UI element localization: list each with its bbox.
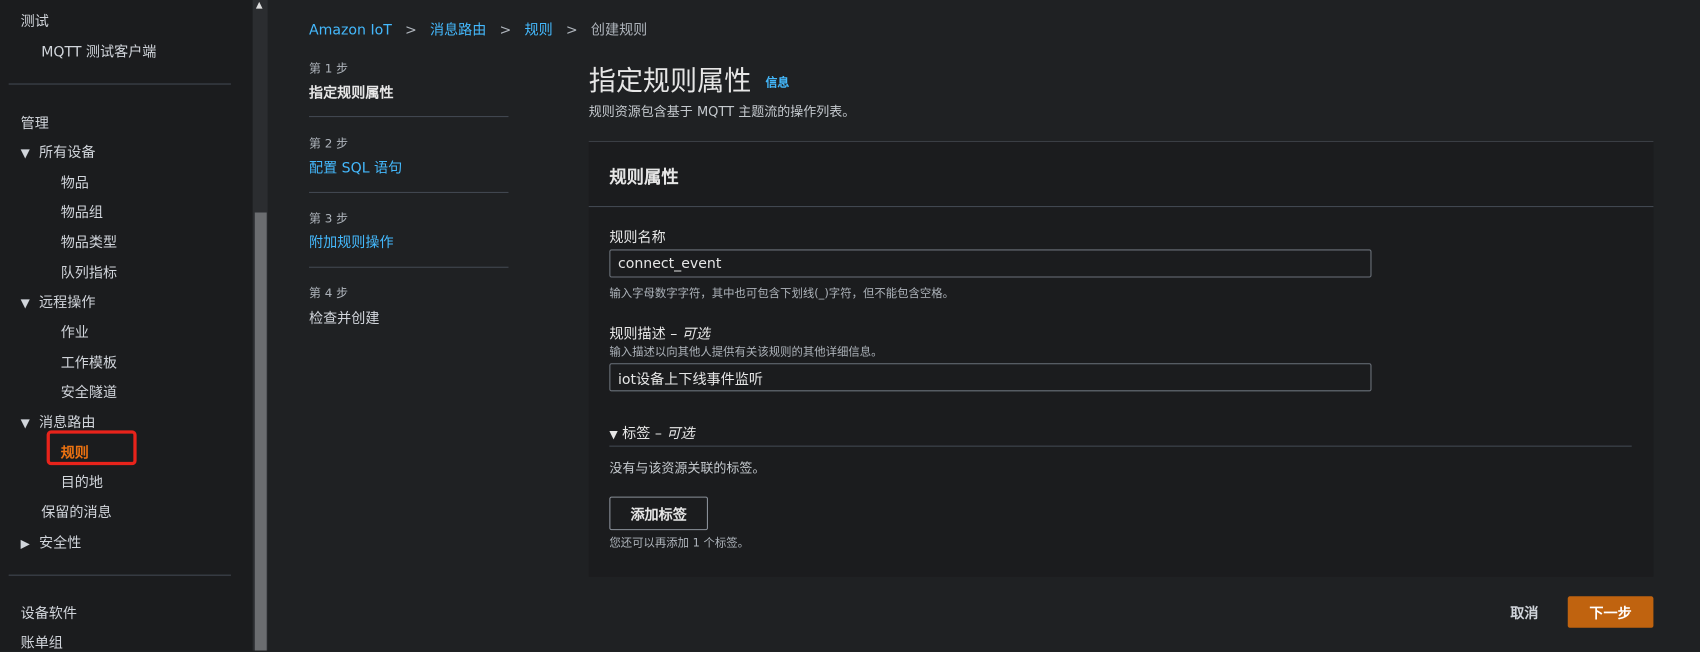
- sidebar-item-mqtt-client[interactable]: MQTT 测试客户端: [41, 40, 156, 60]
- sidebar-item-remote-ops[interactable]: ▼ 远程操作: [20, 291, 96, 311]
- divider: [8, 83, 231, 85]
- scroll-up-arrow-icon[interactable]: ▲: [256, 0, 263, 10]
- rule-description-input[interactable]: [609, 363, 1372, 392]
- caret-down-icon: ▼: [20, 295, 30, 311]
- rule-description-hint: 输入描述以向其他人提供有关该规则的其他详细信息。: [609, 345, 883, 359]
- tags-remaining-text: 您还可以再添加 1 个标签。: [609, 536, 750, 550]
- divider: [609, 445, 1632, 447]
- sidebar-item-destinations[interactable]: 目的地: [61, 471, 103, 491]
- step-2-link[interactable]: 配置 SQL 语句: [309, 156, 402, 176]
- page-description: 规则资源包含基于 MQTT 主题流的操作列表。: [588, 104, 856, 120]
- rule-description-label: 规则描述 – 可选: [609, 326, 710, 343]
- step-1-label: 第 1 步: [308, 61, 349, 76]
- sidebar-item-jobs[interactable]: 作业: [61, 321, 89, 341]
- sidebar-item-device-software[interactable]: 设备软件: [21, 602, 77, 622]
- breadcrumb: Amazon IoT > 消息路由 > 规则 > 创建规则: [309, 18, 647, 39]
- sidebar-section-manage: 管理: [20, 116, 49, 133]
- divider: [308, 266, 509, 268]
- rule-properties-panel: 规则属性 规则名称 输入字母数字字符，其中也可包含下划线(_)字符，但不能包含空…: [588, 140, 1654, 577]
- rule-name-hint: 输入字母数字字符，其中也可包含下划线(_)字符，但不能包含空格。: [609, 287, 955, 301]
- rule-name-label: 规则名称: [609, 229, 666, 247]
- sidebar-item-things[interactable]: 物品: [61, 171, 89, 192]
- sidebar-item-job-templates[interactable]: 工作模板: [61, 351, 117, 372]
- divider: [308, 116, 509, 118]
- panel-title: 规则属性: [609, 166, 679, 188]
- sidebar-item-all-devices[interactable]: ▼ 所有设备: [20, 141, 96, 161]
- breadcrumb-amazon-iot[interactable]: Amazon IoT: [309, 23, 392, 39]
- sidebar-section-test: 测试: [20, 14, 49, 31]
- cancel-button[interactable]: 取消: [1496, 596, 1552, 627]
- step-1-title: 指定规则属性: [308, 85, 394, 102]
- scrollbar-thumb[interactable]: [254, 212, 267, 651]
- step-2-label: 第 2 步: [308, 136, 349, 151]
- sidebar-item-billing-groups[interactable]: 账单组: [21, 631, 63, 651]
- sidebar-item-fleet-metrics[interactable]: 队列指标: [61, 261, 117, 282]
- tags-expander[interactable]: ▼ 标签 – 可选: [609, 422, 694, 442]
- breadcrumb-rules[interactable]: 规则: [525, 23, 553, 39]
- caret-right-icon: ▶: [20, 536, 30, 551]
- sidebar-scrollbar[interactable]: ▲: [252, 0, 268, 651]
- chevron-right-icon: >: [565, 22, 578, 40]
- sidebar-item-secure-tunnels[interactable]: 安全隧道: [61, 381, 117, 401]
- step-4-label: 第 4 步: [308, 286, 349, 301]
- breadcrumb-message-routing[interactable]: 消息路由: [430, 23, 486, 39]
- page-title: 指定规则属性: [588, 65, 752, 97]
- divider: [8, 574, 231, 576]
- chevron-right-icon: >: [404, 22, 417, 40]
- caret-down-icon: ▼: [20, 146, 30, 161]
- divider: [308, 191, 509, 193]
- info-link[interactable]: 信息: [765, 74, 789, 91]
- divider: [588, 205, 1654, 208]
- caret-down-icon: ▼: [20, 416, 30, 431]
- no-tags-text: 没有与该资源关联的标签。: [609, 460, 766, 476]
- caret-down-icon: ▼: [609, 429, 618, 442]
- chevron-right-icon: >: [499, 22, 512, 40]
- step-3-link[interactable]: 附加规则操作: [309, 231, 394, 251]
- sidebar-item-rules[interactable]: 规则: [61, 441, 89, 462]
- next-button[interactable]: 下一步: [1567, 596, 1654, 628]
- step-3-label: 第 3 步: [308, 211, 349, 226]
- breadcrumb-current: 创建规则: [590, 22, 648, 40]
- sidebar-item-retained-messages[interactable]: 保留的消息: [41, 501, 111, 521]
- add-tag-button[interactable]: 添加标签: [609, 496, 708, 531]
- sidebar-item-security[interactable]: ▶ 安全性: [21, 531, 82, 552]
- step-4-title: 检查并创建: [308, 311, 380, 328]
- sidebar-item-thing-groups[interactable]: 物品组: [61, 201, 103, 221]
- rule-name-input[interactable]: [609, 249, 1372, 278]
- sidebar-item-thing-types[interactable]: 物品类型: [61, 231, 117, 251]
- sidebar-item-message-routing[interactable]: ▼ 消息路由: [20, 411, 96, 431]
- sidebar-nav: 测试 MQTT 测试客户端 管理 ▼ 所有设备 物品 物品组 物品类型 队列指标 …: [0, 0, 253, 652]
